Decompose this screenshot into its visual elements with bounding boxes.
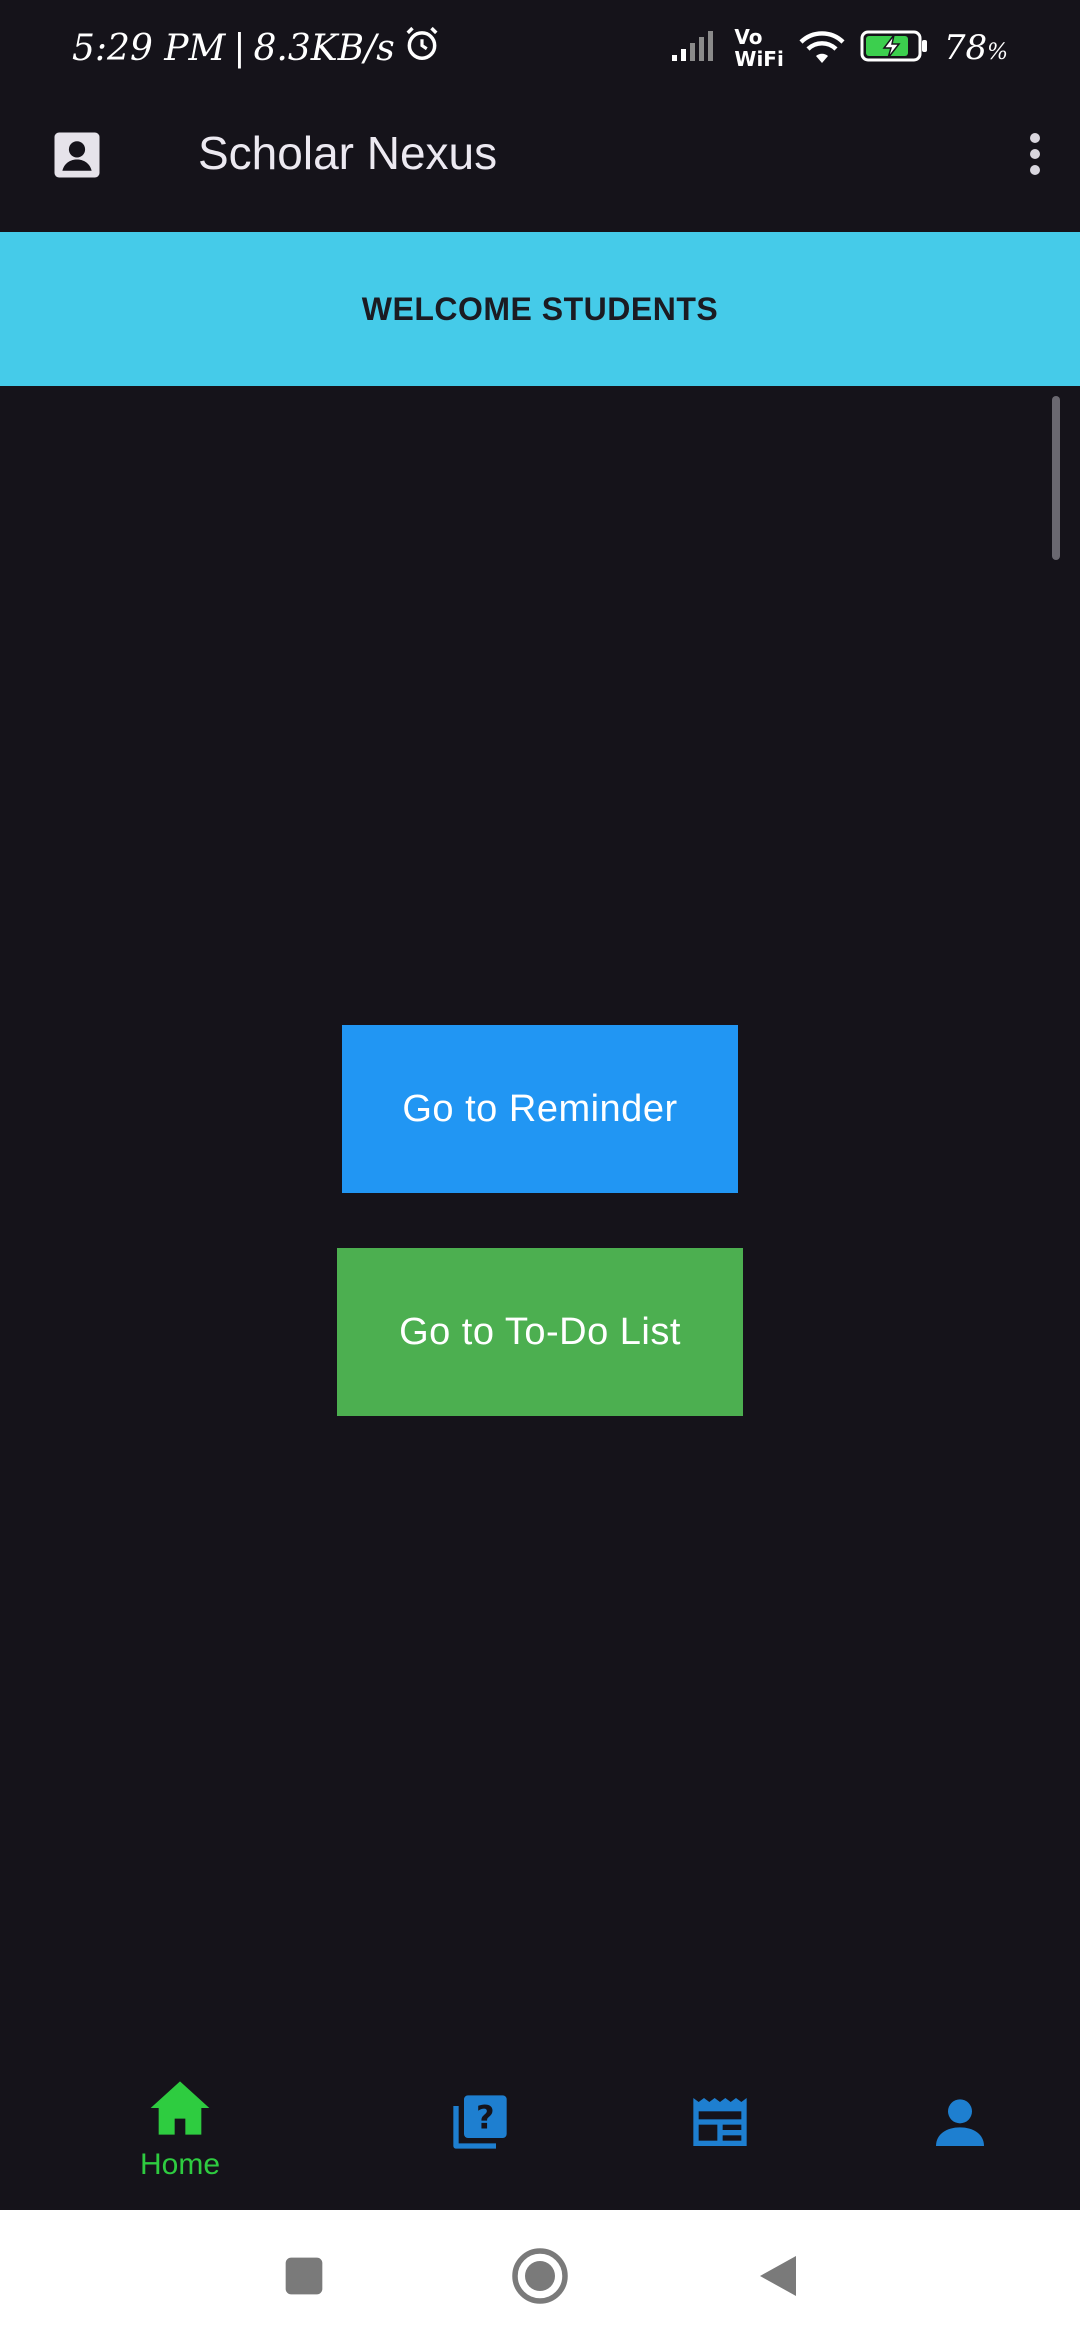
scrollbar-thumb[interactable] <box>1052 396 1060 560</box>
alarm-icon <box>403 25 441 72</box>
nav-item-news[interactable] <box>630 2090 810 2210</box>
battery-value: 78 <box>943 28 988 68</box>
battery-percent: 78% <box>944 28 1008 68</box>
go-to-todo-list-button[interactable]: Go to To-Do List <box>337 1248 743 1416</box>
status-right: Vo WiFi 78% <box>670 26 1008 70</box>
newspaper-icon <box>688 2090 752 2154</box>
nav-label-home: Home <box>139 2148 221 2181</box>
app-screen: 5:29 PM | 8.3KB/s Vo WiFi 78% Scholar Ne… <box>0 0 1080 2340</box>
go-to-reminder-button[interactable]: Go to Reminder <box>342 1025 738 1193</box>
wifi-icon <box>798 27 846 70</box>
nav-item-quiz[interactable]: ? <box>390 2090 570 2210</box>
person-icon <box>928 2090 992 2154</box>
vowifi-top: Vo <box>734 25 763 49</box>
welcome-banner: WELCOME STUDENTS <box>0 232 1080 386</box>
recent-apps-icon[interactable] <box>272 2244 336 2308</box>
network-speed: 8.3KB/s <box>253 27 395 69</box>
home-icon <box>148 2078 212 2142</box>
vowifi-indicator: Vo WiFi <box>734 26 783 70</box>
signal-icon <box>670 29 720 68</box>
status-separator: | <box>233 27 246 69</box>
nav-item-profile[interactable] <box>870 2090 1050 2210</box>
welcome-text: WELCOME STUDENTS <box>361 290 719 327</box>
nav-item-home[interactable]: Home <box>90 2078 270 2198</box>
account-box-icon[interactable] <box>50 128 104 182</box>
battery-unit: % <box>987 40 1008 65</box>
bottom-navigation: Home ? <box>0 2060 1080 2210</box>
back-triangle-icon[interactable] <box>746 2244 810 2308</box>
system-navigation-bar <box>0 2210 1080 2340</box>
vowifi-bottom: WiFi <box>734 47 784 71</box>
status-left: 5:29 PM | 8.3KB/s <box>72 25 441 72</box>
svg-text:?: ? <box>476 2099 495 2137</box>
battery-icon <box>860 29 930 68</box>
app-title: Scholar Nexus <box>198 127 498 179</box>
status-bar: 5:29 PM | 8.3KB/s Vo WiFi 78% <box>0 0 1080 96</box>
status-time: 5:29 PM <box>72 27 226 69</box>
more-options-icon[interactable] <box>1020 124 1050 184</box>
quiz-icon: ? <box>448 2090 512 2154</box>
home-circle-icon[interactable] <box>508 2244 572 2308</box>
app-bar: Scholar Nexus <box>0 96 1080 232</box>
